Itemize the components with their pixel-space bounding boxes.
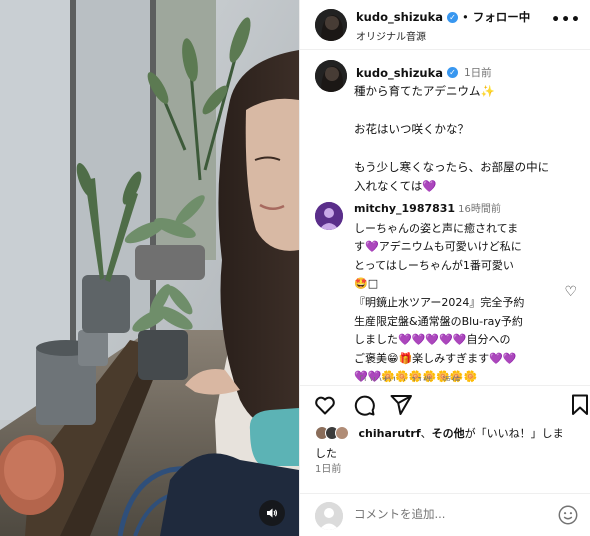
add-comment-input[interactable] [354, 507, 544, 521]
caption-line: もう少し寒くなったら、お部屋の中に [354, 160, 550, 174]
add-comment-bar [300, 493, 590, 536]
comment-line: 生産限定盤&通常盤のBlu-ray予約 [354, 314, 523, 328]
comment-line: 🤩□ [354, 277, 379, 291]
caption-time[interactable]: 1日前 [464, 65, 492, 80]
comment-like-heart-icon[interactable]: ♡ [564, 284, 577, 300]
comment-line: す💜アデニウムも可愛いけど私に [354, 240, 522, 254]
likes-others-link[interactable]: その他 [432, 427, 465, 440]
caption-line [354, 101, 584, 120]
caption-line: 種から育てたアデニウム✨ [354, 84, 495, 98]
caption-line [354, 139, 584, 158]
following-button[interactable]: フォロー中 [473, 9, 531, 25]
comment-username[interactable]: mitchy_1987831 [354, 202, 455, 215]
video-media[interactable] [0, 0, 299, 536]
caption-text: 種から育てたアデニウム✨ お花はいつ咲くかな？ もう少し寒くなったら、お部屋の中… [354, 82, 584, 196]
post-date[interactable]: 1日前 [315, 460, 341, 475]
verified-badge-icon: ✓ [446, 11, 458, 23]
comment-text: mitchy_1987831 16時間前 しーちゃんの姿と声に癒されてま す💜アデ… [354, 200, 584, 387]
comment-line: 『明鏡止水ツアー2024』完全予約 [354, 295, 525, 309]
current-user-avatar [315, 502, 343, 530]
action-bar [300, 393, 590, 417]
avatar[interactable] [315, 202, 343, 230]
save-bookmark-icon[interactable] [568, 393, 590, 417]
comment-line: とってはしーちゃんが1番可愛い [354, 258, 514, 272]
comment-time[interactable]: 16時間前 [458, 204, 501, 215]
more-options-icon[interactable]: ••• [551, 12, 581, 28]
avatar[interactable] [315, 60, 347, 92]
share-send-icon[interactable] [389, 393, 413, 417]
emoji-icon[interactable] [557, 504, 579, 526]
comment-meta[interactable]: 「いいね！」11件 返信 [354, 373, 461, 381]
comment-line: しました💜💜💜💜💜自分への [354, 333, 511, 347]
likes-suffix-2: した [315, 447, 337, 460]
header-username[interactable]: kudo_shizuka [356, 10, 443, 24]
likes-connector: 、 [420, 427, 432, 440]
comment-bubble-icon[interactable] [352, 393, 376, 417]
liker-username[interactable]: chiharutrf [359, 427, 421, 440]
caption-line: 入れなくては💜 [354, 179, 437, 193]
audio-label[interactable]: オリジナル音源 [356, 28, 426, 43]
post-side-panel: kudo_shizuka ✓ • フォロー中 オリジナル音源 ••• kudo_… [299, 0, 590, 536]
comment-line: しーちゃんの姿と声に癒されてま [354, 221, 519, 235]
verified-badge-icon: ✓ [446, 67, 458, 78]
caption-line: お花はいつ咲くかな？ [354, 122, 469, 136]
separator-dot: • [461, 10, 469, 24]
divider [300, 385, 590, 386]
avatar[interactable] [315, 9, 347, 41]
comment-line: ご褒美😁🎁楽しみすぎます💜💜 [354, 351, 517, 365]
likes-summary: chiharutrf、その他が「いいね！」しま した [315, 424, 585, 464]
post-header: kudo_shizuka ✓ • フォロー中 オリジナル音源 ••• [300, 0, 590, 50]
speaker-icon [267, 508, 278, 518]
like-heart-icon[interactable] [313, 393, 337, 417]
likes-suffix: が「いいね！」しま [464, 427, 564, 440]
liker-avatar[interactable] [335, 426, 349, 440]
caption-username[interactable]: kudo_shizuka [356, 66, 443, 80]
mute-toggle-button[interactable] [259, 500, 285, 526]
balcony-photo [0, 0, 299, 536]
